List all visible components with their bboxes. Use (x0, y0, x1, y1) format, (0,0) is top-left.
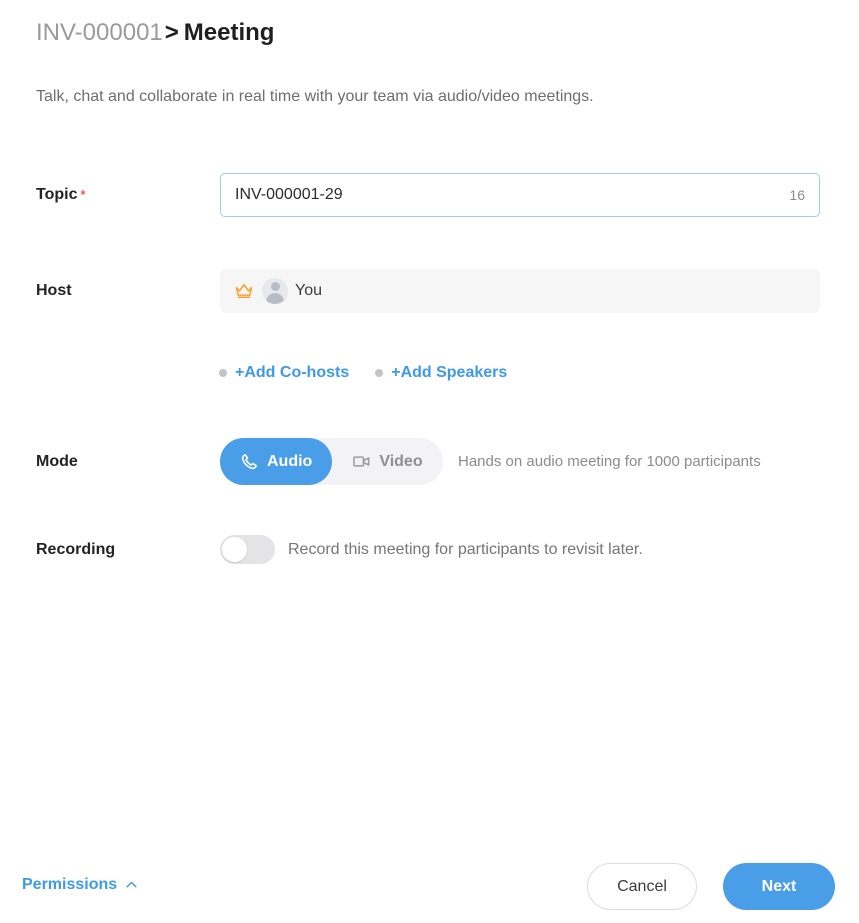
page-description: Talk, chat and collaborate in real time … (36, 88, 594, 105)
mode-segmented-control: Audio Video (220, 438, 443, 485)
host-field: You (220, 269, 820, 313)
video-camera-icon (353, 456, 370, 467)
breadcrumb-current: Meeting (183, 19, 275, 46)
mode-option-video[interactable]: Video (332, 438, 442, 485)
host-name: You (295, 282, 322, 299)
recording-toggle[interactable] (220, 535, 275, 564)
add-speakers-label: +Add Speakers (391, 364, 508, 381)
topic-field[interactable]: 16 (220, 173, 820, 217)
recording-label: Recording (36, 541, 116, 558)
chevron-up-icon (126, 881, 137, 887)
permissions-toggle[interactable]: Permissions (22, 876, 139, 894)
recording-toggle-knob (222, 537, 247, 562)
breadcrumb: INV-000001> Meeting (36, 18, 274, 48)
bullet-dot-icon (219, 369, 227, 377)
host-label: Host (36, 282, 72, 299)
phone-icon (241, 453, 258, 470)
crown-icon (235, 284, 253, 298)
mode-option-audio[interactable]: Audio (220, 438, 333, 485)
breadcrumb-separator: > (164, 19, 179, 46)
recording-hint: Record this meeting for participants to … (288, 541, 643, 558)
add-co-hosts-link[interactable]: +Add Co-hosts (219, 364, 349, 382)
topic-label: Topic * (36, 186, 86, 204)
required-asterisk: * (80, 187, 86, 202)
avatar (262, 278, 288, 304)
add-speakers-link[interactable]: +Add Speakers (375, 364, 507, 382)
topic-input[interactable] (235, 174, 782, 216)
add-participant-links: +Add Co-hosts +Add Speakers (219, 364, 507, 382)
mode-hint: Hands on audio meeting for 1000 particip… (458, 453, 761, 470)
meeting-setup-page: INV-000001> Meeting Talk, chat and collab… (0, 0, 859, 923)
topic-label-text: Topic (36, 186, 78, 203)
permissions-label: Permissions (22, 876, 118, 893)
cancel-button[interactable]: Cancel (587, 863, 697, 910)
breadcrumb-parent[interactable]: INV-000001 (36, 19, 163, 46)
mode-label: Mode (36, 453, 78, 470)
next-button[interactable]: Next (723, 863, 835, 910)
topic-char-counter: 16 (789, 187, 805, 203)
bullet-dot-icon (375, 369, 384, 377)
mode-option-audio-label: Audio (267, 452, 313, 470)
avatar-body (266, 293, 284, 304)
add-co-hosts-label: +Add Co-hosts (235, 364, 350, 381)
avatar-head (270, 282, 280, 291)
mode-option-video-label: Video (379, 452, 423, 470)
